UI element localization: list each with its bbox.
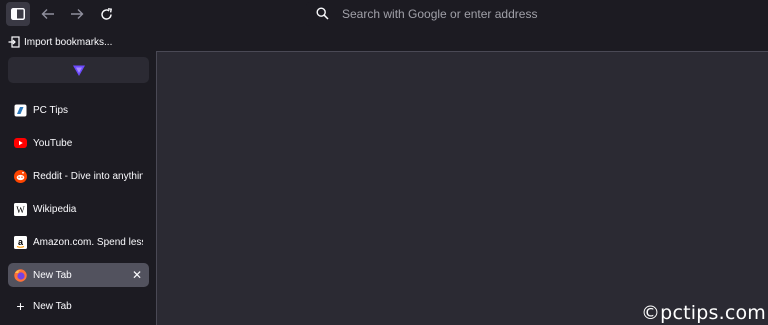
tab-label: Wikipedia [33,203,77,215]
firefox-icon [14,268,27,282]
url-bar[interactable]: Search with Google or enter address [306,2,768,26]
tab-label: Amazon.com. Spend less. [33,236,143,248]
back-button[interactable] [36,2,60,26]
arrow-left-icon [41,9,54,19]
tab-label: PC Tips [33,104,69,116]
search-icon [316,7,329,20]
sidebar-icon [11,8,25,20]
page-content-area [156,51,768,325]
sidebar: Import bookmarks... PC Tips YouTube Redd… [0,30,156,325]
reddit-icon [14,169,27,183]
import-bookmarks-button[interactable]: Import bookmarks... [8,34,112,50]
forward-button[interactable] [65,2,89,26]
extension-button[interactable] [8,57,149,83]
import-bookmarks-label: Import bookmarks... [24,36,113,48]
new-tab-button[interactable]: + New Tab [8,294,149,318]
tab-pc-tips[interactable]: PC Tips [8,98,149,122]
pctips-icon [14,104,27,117]
reload-button[interactable] [94,2,118,26]
plus-icon: + [16,298,25,314]
arrow-right-icon [71,9,84,19]
close-tab-icon[interactable]: ✕ [132,268,142,282]
proton-vpn-icon [72,65,85,76]
tab-amazon[interactable]: a Amazon.com. Spend less. [8,230,149,254]
watermark: ©pctips.com [640,302,766,324]
tab-wikipedia[interactable]: W Wikipedia [8,197,149,221]
wikipedia-icon: W [14,202,27,216]
import-icon [8,36,20,48]
tab-new-tab-selected[interactable]: New Tab ✕ [8,263,149,287]
svg-text:W: W [16,205,25,215]
sidebar-toggle-button[interactable] [6,2,30,26]
tab-youtube[interactable]: YouTube [8,131,149,155]
reload-icon [100,7,112,20]
tab-label: YouTube [33,137,73,149]
tab-reddit[interactable]: Reddit - Dive into anythin [8,164,149,188]
youtube-icon [14,137,27,150]
amazon-icon: a [14,235,27,249]
tab-label: New Tab [33,269,72,281]
toolbar: Search with Google or enter address [0,0,768,30]
url-bar-placeholder[interactable]: Search with Google or enter address [342,7,537,21]
new-tab-label: New Tab [33,300,72,312]
tab-label: Reddit - Dive into anythin [33,170,143,182]
